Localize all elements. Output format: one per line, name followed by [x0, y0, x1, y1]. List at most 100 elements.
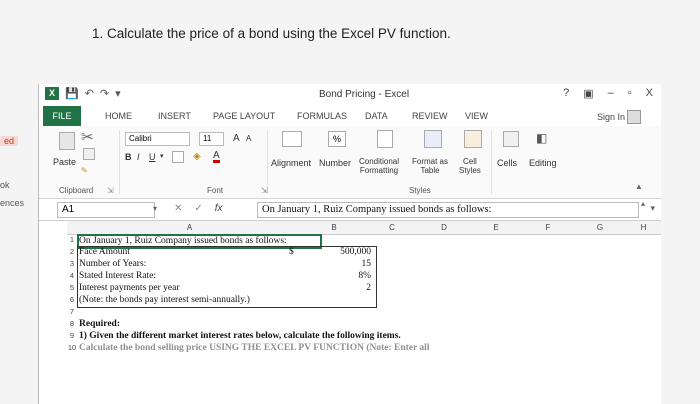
editing-button[interactable]: Editing [529, 158, 557, 168]
collapse-ribbon-icon[interactable]: ▲ [635, 182, 643, 191]
enter-icon[interactable]: ✓ [194, 203, 202, 214]
binoculars-icon[interactable]: ◧ [536, 131, 547, 145]
format-as-table-button[interactable]: Format as Table [412, 157, 448, 175]
cell-styles-icon[interactable] [464, 130, 482, 148]
column-header-h[interactable]: H [626, 221, 661, 235]
row-header[interactable]: 8 [67, 319, 77, 328]
row-header[interactable]: 9 [67, 331, 77, 340]
user-icon [627, 110, 641, 124]
font-launcher-icon[interactable]: ⇲ [261, 186, 268, 195]
grow-font-button[interactable]: A [233, 133, 240, 144]
ribbon-display-icon[interactable]: ▣ [583, 87, 593, 100]
column-header-b[interactable]: B [302, 221, 367, 235]
tab-formulas[interactable]: FORMULAS [297, 111, 347, 121]
conditional-formatting-icon[interactable] [377, 130, 393, 148]
cell-b2[interactable]: 500,000 [315, 247, 371, 258]
column-header-c[interactable]: C [366, 221, 419, 235]
cell-b3[interactable]: 15 [315, 259, 372, 270]
cell-a6[interactable]: (Note: the bonds pay interest semi-annua… [79, 295, 250, 306]
tab-insert[interactable]: INSERT [158, 111, 191, 121]
tab-review[interactable]: REVIEW [412, 111, 448, 121]
ribbon-home: ✂ ✎ Paste Clipboard ⇲ Calibri 11 A A B I… [39, 126, 661, 199]
scroll-up-icon[interactable]: ▴ [641, 199, 645, 208]
minimize-button[interactable]: – [608, 87, 614, 100]
ribbon-tabs: FILE HOME INSERT PAGE LAYOUT FORMULAS DA… [39, 106, 661, 127]
percent-icon[interactable]: % [328, 131, 346, 147]
font-color-button[interactable]: A [213, 151, 220, 163]
cell-a10[interactable]: Calculate the bond selling price USING T… [79, 343, 639, 353]
conditional-formatting-button[interactable]: Conditional Formatting [359, 157, 399, 175]
format-table-label: Format as [412, 157, 449, 166]
font-name-select[interactable]: Calibri [125, 132, 190, 146]
worksheet-grid[interactable]: A B C D E F G H 1 2 3 4 5 6 7 8 9 10 On … [39, 199, 661, 404]
row-header[interactable]: 5 [67, 283, 77, 292]
customize-qat-icon[interactable]: ▾ [115, 87, 121, 100]
bold-button[interactable]: B [125, 152, 132, 162]
close-button[interactable]: X [646, 87, 653, 100]
window-title: Bond Pricing - Excel [319, 89, 410, 100]
sign-in[interactable]: Sign In [597, 110, 641, 124]
cell-a8[interactable]: Required: [79, 319, 120, 330]
format-as-table-icon[interactable] [424, 130, 442, 148]
row-header[interactable]: 10 [67, 343, 77, 352]
paste-icon[interactable] [59, 132, 75, 150]
help-button[interactable]: ? [563, 87, 569, 100]
cell-a9[interactable]: 1) Given the different market interest r… [79, 331, 401, 342]
cell-b4[interactable]: 8% [315, 271, 371, 282]
underline-dropdown-icon[interactable]: ▾ [160, 152, 164, 160]
name-box-dropdown-icon[interactable]: ▾ [153, 204, 157, 213]
format-painter-icon[interactable]: ✎ [81, 166, 88, 175]
cancel-icon[interactable]: ✕ [174, 203, 182, 214]
clipboard-launcher-icon[interactable]: ⇲ [107, 186, 114, 195]
row-header[interactable]: 7 [67, 307, 77, 316]
save-icon[interactable]: 💾 [65, 87, 79, 100]
column-header-e[interactable]: E [470, 221, 523, 235]
column-header-f[interactable]: F [522, 221, 575, 235]
row-header[interactable]: 1 [67, 235, 77, 244]
formula-bar: A1 ▾ ✕ ✓ fx On January 1, Ruiz Company i… [39, 200, 661, 221]
restore-button[interactable]: ▫ [628, 87, 632, 100]
undo-icon[interactable]: ↶ [85, 87, 94, 100]
alignment-button[interactable]: Alignment [271, 158, 311, 168]
tab-file[interactable]: FILE [43, 106, 81, 126]
tab-view[interactable]: VIEW [465, 111, 488, 121]
alignment-icon[interactable] [282, 131, 302, 147]
tab-home[interactable]: HOME [105, 111, 132, 121]
cells-icon[interactable] [503, 131, 519, 147]
underline-button[interactable]: U [149, 152, 156, 162]
column-header-g[interactable]: G [574, 221, 627, 235]
cell-a4[interactable]: Stated Interest Rate: [79, 271, 156, 282]
row-header[interactable]: 6 [67, 295, 77, 304]
column-header-d[interactable]: D [418, 221, 471, 235]
italic-button[interactable]: I [137, 152, 140, 162]
cond-format-label-2: Formatting [359, 166, 399, 175]
paste-button[interactable]: Paste [53, 157, 76, 167]
cells-button[interactable]: Cells [497, 158, 517, 168]
copy-icon[interactable] [83, 148, 95, 160]
shrink-font-button[interactable]: A [246, 134, 251, 143]
cell-a2[interactable]: Face Amount [79, 247, 130, 258]
formula-bar-expand-icon[interactable]: ▾ [650, 203, 655, 214]
tab-data[interactable]: DATA [365, 111, 388, 121]
formula-input[interactable]: On January 1, Ruiz Company issued bonds … [257, 202, 639, 218]
tab-page-layout[interactable]: PAGE LAYOUT [213, 111, 275, 121]
cell-styles-button[interactable]: Cell Styles [459, 157, 481, 175]
column-header-a[interactable]: A [77, 221, 303, 235]
divider [119, 130, 120, 194]
divider [491, 130, 492, 194]
cell-a5[interactable]: Interest payments per year [79, 283, 180, 294]
number-button[interactable]: Number [319, 158, 351, 168]
row-header[interactable]: 2 [67, 247, 77, 256]
redo-icon[interactable]: ↷ [100, 87, 109, 100]
font-size-select[interactable]: 11 [199, 132, 224, 146]
borders-icon[interactable] [172, 151, 184, 163]
cell-styles-label-2: Styles [459, 166, 481, 175]
fill-color-icon[interactable]: ◈ [193, 151, 201, 162]
fx-icon[interactable]: fx [215, 203, 223, 214]
name-box[interactable]: A1 [57, 202, 155, 218]
row-header[interactable]: 3 [67, 259, 77, 268]
row-header[interactable]: 4 [67, 271, 77, 280]
cell-b5[interactable]: 2 [315, 283, 371, 294]
cut-icon[interactable]: ✂ [81, 128, 94, 146]
cell-a3[interactable]: Number of Years: [79, 259, 146, 270]
